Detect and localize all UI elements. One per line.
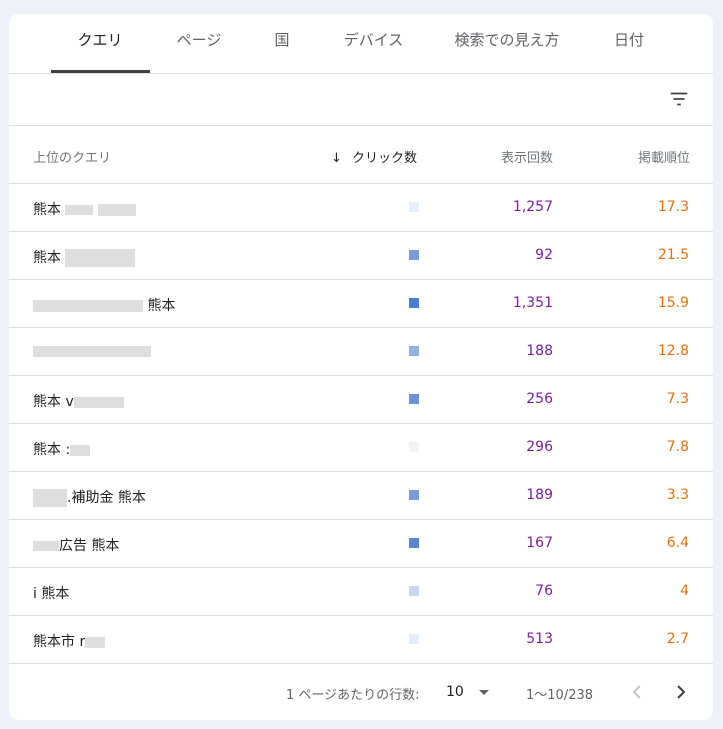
clicks-indicator — [409, 634, 419, 644]
impressions-cell: 1,351 — [512, 295, 553, 311]
clicks-indicator — [409, 394, 419, 404]
position-cell: 15.9 — [657, 295, 689, 311]
position-cell: 7.3 — [666, 391, 689, 407]
impressions-cell: 76 — [535, 583, 553, 599]
table-row[interactable]: 熊本 v 256 7.3 — [9, 376, 713, 424]
query-cell: 熊本市 r — [33, 631, 106, 651]
impressions-cell: 256 — [526, 391, 553, 407]
tab-query[interactable]: クエリ — [59, 14, 141, 73]
impressions-cell: 296 — [526, 439, 553, 455]
table-row[interactable]: 熊本 : 296 7.8 — [9, 424, 713, 472]
tab-page[interactable]: ページ — [164, 14, 234, 73]
column-header-impressions[interactable]: 表示回数 — [501, 147, 553, 166]
table-row[interactable]: 熊本 1,351 15.9 — [9, 280, 713, 328]
position-cell: 4 — [680, 583, 689, 599]
column-header-clicks[interactable]: ↓ クリック数 — [331, 147, 417, 166]
query-cell: 熊本 v — [33, 391, 124, 411]
column-header-query[interactable]: 上位のクエリ — [33, 147, 111, 166]
active-tab-indicator — [51, 70, 150, 73]
clicks-indicator — [409, 250, 419, 260]
clicks-indicator — [409, 586, 419, 596]
query-cell: 広告 熊本 — [33, 535, 119, 555]
clicks-indicator — [409, 298, 419, 308]
query-cell: i 熊本 — [33, 586, 70, 602]
impressions-cell: 513 — [526, 631, 553, 647]
query-cell: 熊本 : — [33, 439, 91, 459]
table-row[interactable]: 広告 熊本 167 6.4 — [9, 520, 713, 568]
rows-per-page-label: 1 ページあたりの行数: — [286, 688, 420, 703]
dimension-tabs: クエリ ページ 国 デバイス 検索での見え方 日付 — [9, 14, 713, 74]
query-cell: 熊本 — [33, 247, 136, 267]
table-row[interactable]: 熊本 92 21.5 — [9, 232, 713, 280]
impressions-cell: 189 — [526, 487, 553, 503]
sort-arrow-icon: ↓ — [331, 151, 342, 166]
impressions-cell: 1,257 — [512, 199, 553, 215]
query-cell: 熊本 — [33, 199, 136, 219]
impressions-cell: 167 — [526, 535, 553, 551]
tab-date[interactable]: 日付 — [607, 14, 651, 73]
position-cell: 3.3 — [666, 487, 689, 503]
previous-page-icon[interactable] — [625, 680, 649, 704]
clicks-indicator — [409, 442, 419, 452]
position-cell: 2.7 — [666, 631, 689, 647]
filter-icon[interactable] — [668, 88, 690, 110]
table-row[interactable]: 188 12.8 — [9, 328, 713, 376]
query-cell — [33, 343, 151, 359]
position-cell: 7.8 — [666, 439, 689, 455]
clicks-indicator — [409, 490, 419, 500]
tab-search-appearance[interactable]: 検索での見え方 — [449, 14, 565, 73]
rows-per-page-select[interactable]: 10 — [446, 684, 464, 700]
pagination-bar: 1 ページあたりの行数: 10 1〜10/238 — [9, 664, 713, 720]
table-row[interactable]: 熊本市 r 513 2.7 — [9, 616, 713, 664]
impressions-cell: 188 — [526, 343, 553, 359]
table-toolbar — [9, 74, 713, 126]
tab-device[interactable]: デバイス — [336, 14, 411, 73]
table-header: 上位のクエリ ↓ クリック数 表示回数 掲載順位 — [9, 126, 713, 184]
chevron-down-icon[interactable] — [479, 690, 489, 695]
position-cell: 17.3 — [657, 199, 689, 215]
position-cell: 21.5 — [657, 247, 689, 263]
clicks-indicator — [409, 202, 419, 212]
column-header-position[interactable]: 掲載順位 — [638, 147, 690, 166]
page-range: 1〜10/238 — [526, 688, 594, 703]
next-page-icon[interactable] — [669, 680, 693, 704]
clicks-indicator — [409, 346, 419, 356]
position-cell: 12.8 — [657, 343, 689, 359]
performance-card: クエリ ページ 国 デバイス 検索での見え方 日付 上位のクエリ ↓ クリック数… — [9, 14, 713, 720]
clicks-indicator — [409, 538, 419, 548]
query-cell: .補助金 熊本 — [33, 487, 146, 507]
table-row[interactable]: 熊本 1,257 17.3 — [9, 184, 713, 232]
impressions-cell: 92 — [535, 247, 553, 263]
table-row[interactable]: .補助金 熊本 189 3.3 — [9, 472, 713, 520]
query-cell: 熊本 — [33, 295, 175, 315]
position-cell: 6.4 — [666, 535, 689, 551]
table-row[interactable]: i 熊本 76 4 — [9, 568, 713, 616]
tab-country[interactable]: 国 — [267, 14, 297, 73]
